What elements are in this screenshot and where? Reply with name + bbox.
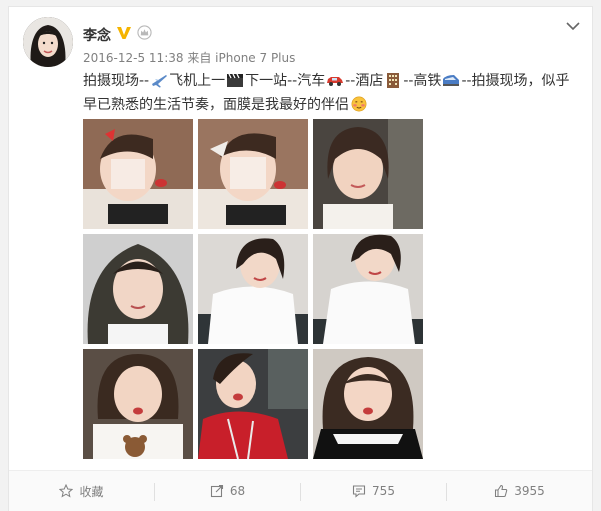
- verified-v-icon: [117, 27, 131, 39]
- post-meta: 2016-12-5 11:38 来自 iPhone 7 Plus: [83, 49, 295, 66]
- photo-2[interactable]: [198, 119, 308, 229]
- member-crown-icon[interactable]: [137, 25, 152, 40]
- blush-face-emoji: [351, 96, 367, 112]
- photo-7[interactable]: [83, 349, 193, 459]
- favorite-label: 收藏: [79, 484, 104, 499]
- car-emoji: [327, 77, 344, 86]
- thumb-up-icon: [495, 484, 508, 498]
- repost-icon: [210, 484, 223, 498]
- post-text-part-4: --酒店: [345, 73, 384, 89]
- photo-8[interactable]: [198, 349, 308, 459]
- post-text-part-2: 飞机上一: [169, 73, 226, 89]
- photo-5[interactable]: [198, 234, 308, 344]
- post-text-part-5: --高铁: [403, 73, 442, 89]
- repost-count: 68: [229, 484, 246, 498]
- photo-6[interactable]: [313, 234, 423, 344]
- bullet-train-emoji: [443, 75, 460, 86]
- comment-icon: [352, 485, 366, 498]
- photo-3[interactable]: [313, 119, 423, 229]
- airplane-emoji: [152, 75, 168, 88]
- action-bar: 收藏 68 755 3955: [9, 470, 592, 511]
- photo-9[interactable]: [313, 349, 423, 459]
- photo-1[interactable]: [83, 119, 193, 229]
- post-text: 拍摄现场-- 飞机上一 下一站--汽车 --酒店 --高铁 --拍摄现场，似乎早已熟悉的生…: [83, 69, 583, 117]
- post-timestamp[interactable]: 2016-12-5 11:38: [83, 51, 184, 65]
- author-name[interactable]: 李念: [83, 25, 111, 45]
- weibo-post-card: 李念 2016-12-5 11:38 来自 iPhone 7 Plus 拍摄现场…: [8, 6, 593, 511]
- author-avatar[interactable]: [23, 17, 73, 67]
- post-text-part-3: 下一站--汽车: [245, 73, 326, 89]
- chevron-down-icon[interactable]: [566, 21, 580, 31]
- photo-grid: [83, 119, 423, 459]
- comment-count: 755: [372, 484, 395, 498]
- post-source-device[interactable]: iPhone 7 Plus: [215, 51, 295, 65]
- like-button[interactable]: 3955: [447, 471, 592, 511]
- post-text-part-1: 拍摄现场--: [83, 73, 150, 89]
- photo-4[interactable]: [83, 234, 193, 344]
- hotel-emoji: [387, 73, 400, 88]
- post-source-prefix: 来自: [187, 51, 212, 65]
- favorite-button[interactable]: 收藏: [9, 471, 154, 511]
- repost-button[interactable]: 68: [155, 471, 300, 511]
- star-icon: [59, 484, 74, 498]
- comment-button[interactable]: 755: [301, 471, 446, 511]
- like-count: 3955: [514, 484, 545, 498]
- clapper-board-emoji: [227, 73, 244, 87]
